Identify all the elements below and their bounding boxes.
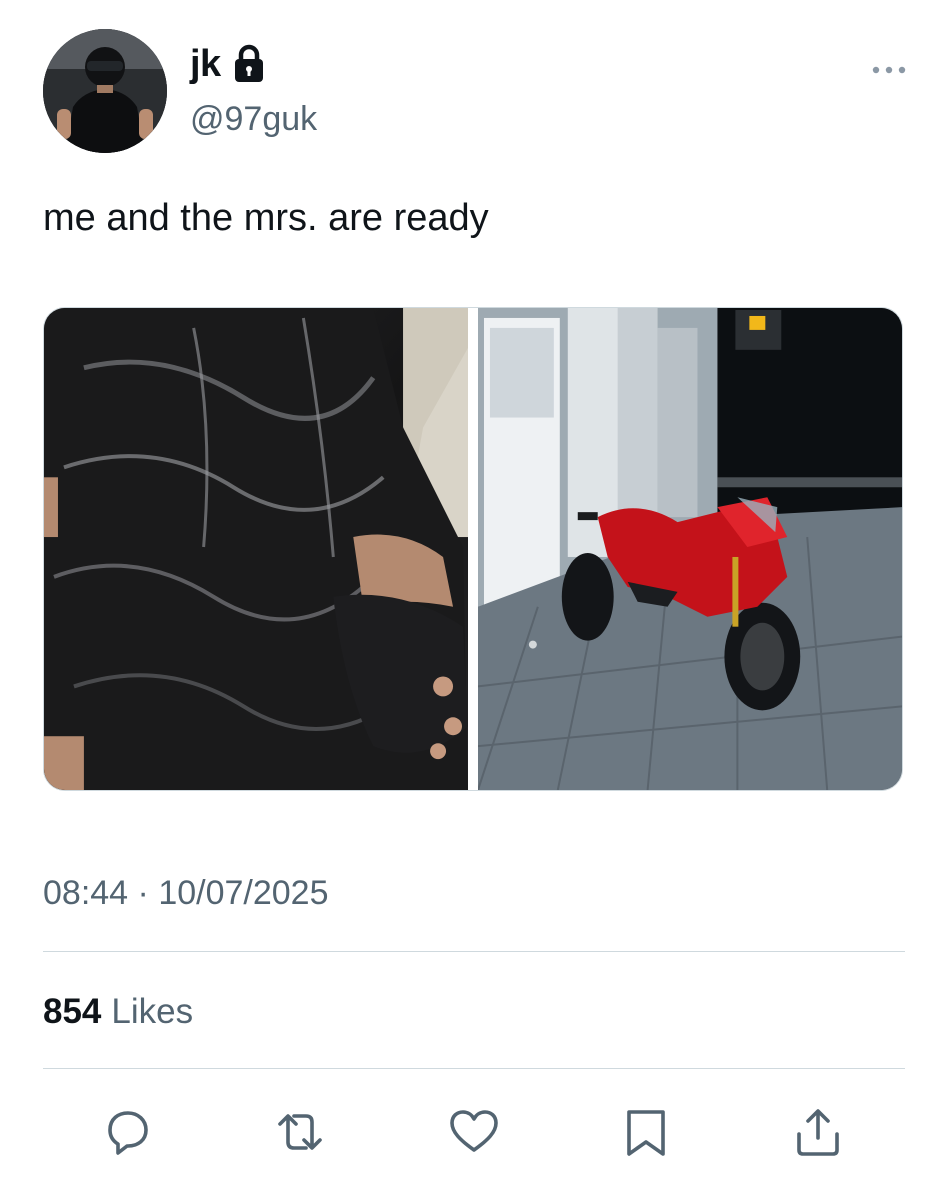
likes-label: Likes	[111, 992, 194, 1031]
author-name-row: jk	[190, 44, 265, 84]
likes-stat[interactable]: 854 Likes	[43, 992, 193, 1032]
tweet-time: 08:44	[43, 874, 129, 912]
more-options-icon[interactable]	[870, 60, 910, 80]
red-motorcycle-photo-icon	[478, 308, 902, 790]
bookmark-icon	[627, 1110, 665, 1156]
tweet-text: me and the mrs. are ready	[43, 197, 489, 239]
bookmark-button[interactable]	[618, 1104, 674, 1160]
share-button[interactable]	[790, 1104, 846, 1160]
avatar[interactable]	[43, 29, 167, 153]
reply-button[interactable]	[100, 1104, 156, 1160]
divider-top	[43, 951, 905, 952]
author-handle[interactable]: @97guk	[190, 100, 317, 139]
retweet-icon	[278, 1114, 322, 1150]
action-bar	[0, 1100, 947, 1170]
photo-motorcycle[interactable]	[478, 308, 902, 790]
tweet-timestamp[interactable]: 08:44 · 10/07/2025	[43, 874, 329, 913]
tweet-date: 10/07/2025	[158, 874, 329, 912]
like-icon	[450, 1110, 498, 1152]
media-grid	[43, 307, 903, 791]
tweet: jk @97guk me and the mrs. are ready 08:4…	[0, 0, 947, 1200]
reply-icon	[108, 1111, 148, 1155]
likes-count: 854	[43, 992, 102, 1031]
display-name[interactable]: jk	[190, 45, 221, 83]
avatar-image	[43, 29, 167, 153]
lock-icon	[233, 44, 265, 84]
like-button[interactable]	[446, 1104, 502, 1160]
timestamp-separator: ·	[137, 874, 149, 912]
share-icon	[797, 1109, 839, 1156]
photo-jacket[interactable]	[44, 308, 468, 790]
divider-bottom	[43, 1068, 905, 1069]
leather-jacket-photo-icon	[44, 308, 468, 790]
retweet-button[interactable]	[272, 1104, 328, 1160]
